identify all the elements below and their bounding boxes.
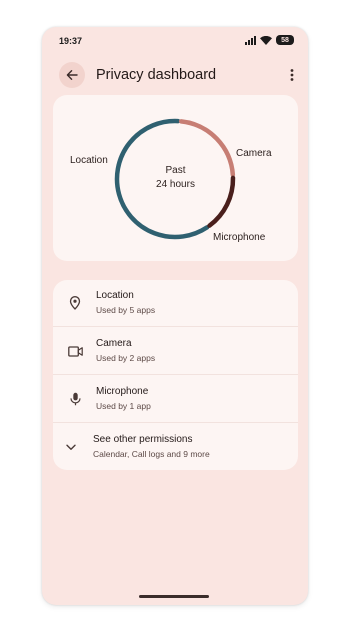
page-title: Privacy dashboard: [96, 67, 217, 83]
gesture-home-bar: [139, 595, 209, 598]
videocam-icon: [67, 343, 83, 359]
chart-center-line2: 24 hours: [156, 179, 195, 190]
permission-item-camera[interactable]: Camera Used by 2 apps: [53, 328, 298, 375]
signal-icon: [245, 35, 256, 45]
segment-label-camera: Camera: [236, 148, 272, 159]
see-other-permissions[interactable]: See other permissions Calendar, Call log…: [53, 424, 298, 470]
permission-usage-chart-card[interactable]: Past 24 hours Location Camera Microphone: [53, 95, 298, 261]
chart-center-line1: Past: [165, 165, 186, 176]
permissions-list: Location Used by 5 apps Camera Used by 2…: [53, 280, 298, 470]
battery-icon: 58: [276, 35, 294, 45]
top-app-bar: Privacy dashboard: [42, 59, 308, 89]
permission-subtitle: Used by 5 apps: [96, 305, 156, 315]
location-pin-icon: [67, 295, 83, 311]
permission-subtitle: Used by 2 apps: [96, 353, 156, 363]
chevron-down-icon: [63, 439, 79, 455]
more-vert-icon: [290, 69, 294, 81]
status-bar: 19:37 58: [42, 27, 308, 55]
permission-title: See other permissions: [93, 434, 193, 445]
phone-screen: 19:37 58 Privacy dashboard Past 24 hours…: [42, 27, 308, 605]
back-button[interactable]: [59, 62, 85, 88]
chart-center-label: Past 24 hours: [138, 164, 213, 192]
wifi-icon: [260, 35, 272, 45]
more-options-button[interactable]: [284, 65, 300, 85]
permission-title: Microphone: [96, 386, 149, 397]
arrow-back-icon: [66, 70, 78, 80]
permission-title: Camera: [96, 338, 132, 349]
permission-subtitle: Used by 1 app: [96, 401, 151, 411]
segment-label-location: Location: [70, 155, 108, 166]
mic-icon: [67, 391, 83, 407]
permission-item-microphone[interactable]: Microphone Used by 1 app: [53, 376, 298, 423]
status-time: 19:37: [59, 36, 83, 46]
status-icons: 58: [245, 35, 294, 45]
permission-item-location[interactable]: Location Used by 5 apps: [53, 280, 298, 327]
permission-title: Location: [96, 290, 134, 301]
permission-subtitle: Calendar, Call logs and 9 more: [93, 449, 210, 459]
segment-label-microphone: Microphone: [213, 232, 266, 243]
donut-segment-microphone: [207, 175, 236, 228]
